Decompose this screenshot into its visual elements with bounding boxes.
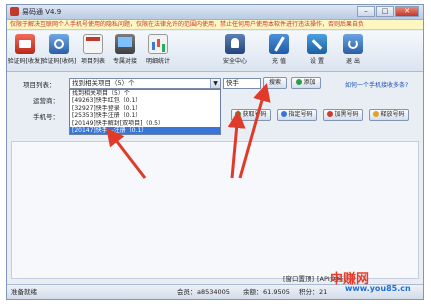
app-logo-icon	[10, 7, 19, 16]
receive-icon	[49, 34, 69, 54]
score-value: 21	[319, 288, 328, 296]
score-label: 积分：	[299, 288, 319, 296]
close-button[interactable]: ✕	[395, 6, 419, 17]
toolbar: 验证码[收发] 验证码[收码] 项目列表 专属对接 明细统计 安全中心 充 值	[7, 31, 423, 72]
dropdown-option[interactable]: [20149]快手解封[双项目]（0.5）	[70, 120, 220, 127]
recharge-icon	[269, 34, 289, 54]
chevron-down-icon[interactable]: ▼	[210, 79, 220, 88]
toolbar-statistics[interactable]: 明细统计	[144, 33, 172, 69]
watermark-url: www.you85.cn	[345, 284, 411, 293]
exit-icon	[343, 34, 363, 54]
minimize-button[interactable]: –	[357, 6, 375, 17]
add-button-label: 添加	[303, 79, 316, 86]
get-number-button[interactable]: 获取号码	[231, 109, 271, 121]
blacklist-number-label: 加黑号码	[334, 111, 359, 118]
notice-banner: 仅限于解决互联网个人手机号使用的隐私问题，仅限在法律允许的范围内使用，禁止任何用…	[7, 20, 423, 30]
get-number-label: 获取号码	[242, 111, 267, 118]
status-text: 准备就绪	[11, 288, 37, 296]
toolbar-label: 验证码[收码]	[41, 58, 77, 65]
dropdown-option[interactable]: [32927]快手登录（0.1）	[70, 105, 220, 112]
toolbar-sms-send[interactable]: 验证码[收发]	[8, 33, 42, 69]
balance-label: 余额：	[243, 288, 263, 296]
blacklist-icon	[327, 111, 334, 117]
release-number-label: 释放号码	[380, 111, 405, 118]
toolbar-label: 退 出	[346, 58, 360, 65]
dropdown-option[interactable]: 找到相关项目（5）个	[70, 90, 220, 97]
dropdown-option[interactable]: [49263]快手红包（0.1）	[70, 97, 220, 104]
toolbar-label: 安全中心	[222, 58, 247, 65]
operator-label: 运营商：	[33, 97, 59, 105]
toolbar-label: 明细统计	[145, 58, 170, 65]
title-bar: 易码通 V4.9 – □ ✕	[7, 5, 423, 20]
sms-icon	[15, 34, 35, 54]
maximize-button[interactable]: □	[376, 6, 394, 17]
toolbar-project-list[interactable]: 项目列表	[79, 33, 107, 69]
toolbar-exit[interactable]: 退 出	[339, 33, 367, 69]
toolbar-sms-receive[interactable]: 验证码[收码]	[42, 33, 76, 69]
member-label: 会员：	[177, 288, 197, 296]
toolbar-label: 项目列表	[80, 58, 105, 65]
toolbar-recharge[interactable]: 充 值	[265, 33, 293, 69]
connect-icon	[115, 34, 135, 54]
member-id: a8534005	[197, 288, 230, 296]
balance-value: 61.9505	[263, 288, 290, 296]
search-button[interactable]: 搜索	[263, 77, 287, 89]
release-number-button[interactable]: 释放号码	[369, 109, 409, 121]
plus-icon	[296, 79, 303, 85]
toolbar-label: 充 值	[272, 58, 286, 65]
assign-number-label: 指定号码	[288, 111, 313, 118]
security-icon	[225, 34, 245, 54]
stay-on-top-link[interactable]: [窗口置顶]	[283, 272, 314, 286]
help-link[interactable]: 如何一个手机接收多条?	[345, 80, 408, 89]
content-area	[11, 141, 419, 279]
project-label: 项目列表：	[23, 81, 56, 89]
list-icon	[83, 34, 103, 54]
stats-icon	[148, 34, 168, 54]
project-select[interactable]: 找到相关项目（5）个 ▼	[69, 78, 221, 89]
toolbar-exclusive[interactable]: 专属对接	[111, 33, 139, 69]
project-selected-value: 找到相关项目（5）个	[72, 79, 135, 87]
settings-icon	[307, 34, 327, 54]
app-window: 易码通 V4.9 – □ ✕ 仅限于解决互联网个人手机号使用的隐私问题，仅限在法…	[6, 4, 424, 300]
blacklist-number-button[interactable]: 加黑号码	[323, 109, 363, 121]
toolbar-settings[interactable]: 设 置	[303, 33, 331, 69]
toolbar-security[interactable]: 安全中心	[221, 33, 249, 69]
assign-icon	[281, 111, 288, 117]
window-title: 易码通 V4.9	[22, 8, 62, 16]
search-input[interactable]: 快手	[223, 78, 261, 89]
project-dropdown-list: 找到相关项目（5）个 [49263]快手红包（0.1） [32927]快手登录（…	[69, 89, 221, 135]
dropdown-option-highlighted[interactable]: [20147]快手—注册（0.1）	[70, 126, 220, 135]
assign-number-button[interactable]: 指定号码	[277, 109, 317, 121]
dropdown-option[interactable]: [25353]快手注册（0.1）	[70, 112, 220, 119]
release-icon	[373, 111, 380, 117]
toolbar-label: 验证码[收发]	[7, 58, 43, 65]
add-button[interactable]: 添加	[291, 77, 321, 89]
get-icon	[235, 111, 242, 117]
toolbar-label: 专属对接	[112, 58, 137, 65]
toolbar-label: 设 置	[310, 58, 324, 65]
phone-label: 手机号：	[33, 113, 59, 121]
